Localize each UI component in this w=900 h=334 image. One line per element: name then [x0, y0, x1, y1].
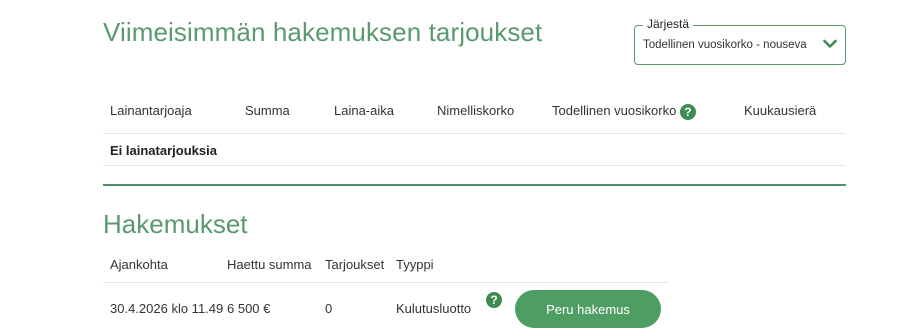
column-nominal-rate[interactable]: Nimelliskorko — [437, 103, 514, 118]
cancel-application-button[interactable]: Peru hakemus — [515, 290, 661, 328]
help-icon[interactable]: ? — [486, 292, 502, 308]
application-type: Kulutusluotto — [396, 301, 472, 316]
offers-table: Lainantarjoaja Summa Laina-aika Nimellis… — [103, 88, 846, 166]
column-offers: Tarjoukset — [325, 257, 385, 272]
application-offers-count: 0 — [325, 301, 333, 316]
offers-title: Viimeisimmän hakemuksen tarjoukset — [103, 17, 543, 47]
applications-title: Hakemukset — [103, 209, 248, 239]
offers-table-header: Lainantarjoaja Summa Laina-aika Nimellis… — [103, 88, 846, 134]
help-icon[interactable]: ? — [679, 103, 696, 120]
column-requested-amount: Haettu summa — [227, 257, 312, 272]
column-loan-term[interactable]: Laina-aika — [334, 103, 394, 118]
column-effective-rate[interactable]: Todellinen vuosikorko ? — [552, 103, 696, 120]
column-monthly-payment[interactable]: Kuukausierä — [744, 103, 816, 118]
application-date: 30.4.2026 klo 11.49 — [110, 301, 224, 316]
sort-label: Järjestä — [643, 17, 694, 31]
sort-select[interactable]: Järjestä Todellinen vuosikorko - nouseva — [634, 17, 846, 65]
column-effective-rate-label: Todellinen vuosikorko — [552, 103, 677, 118]
column-lender[interactable]: Lainantarjoaja — [110, 103, 192, 118]
sort-selected-value: Todellinen vuosikorko - nouseva — [643, 39, 807, 51]
table-row: 30.4.2026 klo 11.49 6 500 € 0 Kulutusluo… — [103, 283, 669, 334]
chevron-down-icon — [823, 39, 837, 48]
column-amount[interactable]: Summa — [245, 103, 290, 118]
application-amount: 6 500 € — [227, 301, 271, 316]
column-date: Ajankohta — [110, 257, 168, 272]
applications-table-header: Ajankohta Haettu summa Tarjoukset Tyyppi — [103, 247, 669, 283]
applications-table: Ajankohta Haettu summa Tarjoukset Tyyppi… — [103, 247, 669, 334]
no-offers-message: Ei lainatarjouksia — [103, 134, 846, 166]
column-type: Tyyppi — [396, 257, 434, 272]
section-divider — [103, 184, 846, 186]
